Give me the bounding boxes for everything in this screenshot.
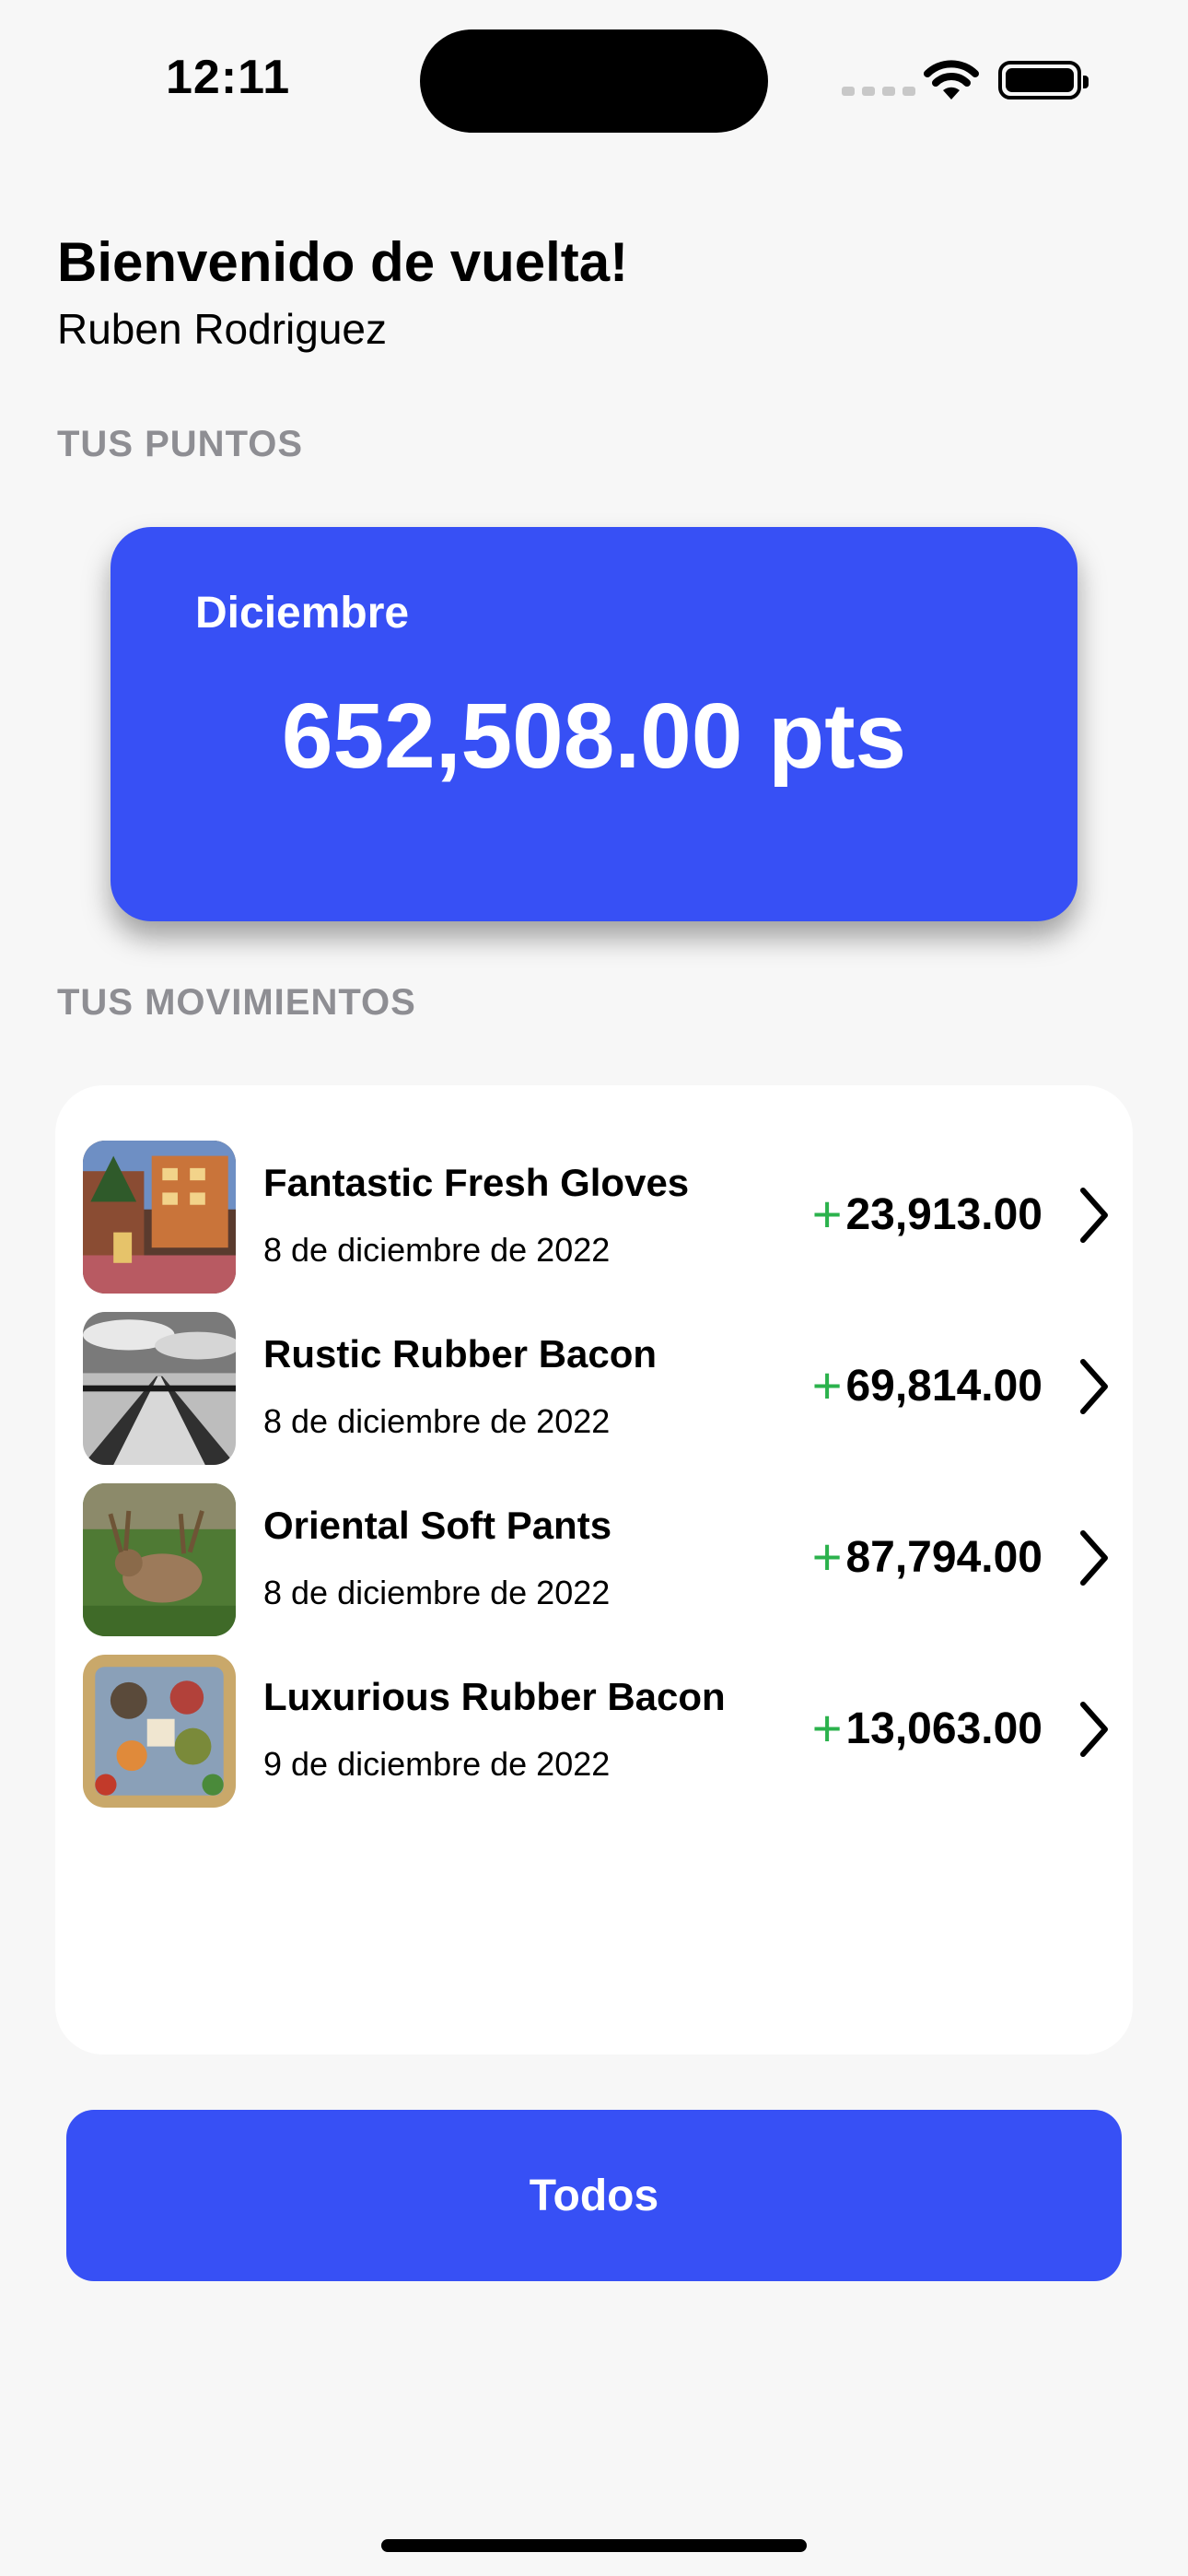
movement-amount-value: 13,063.00 [845,1704,1042,1753]
movement-date: 9 de diciembre de 2022 [263,1745,611,1783]
welcome-title: Bienvenido de vuelta! [57,231,629,293]
chevron-right-icon [1080,1188,1108,1243]
cellular-signal-icon [842,87,915,96]
plus-icon: + [811,1699,843,1757]
movement-date: 8 de diciembre de 2022 [263,1574,611,1611]
user-name: Ruben Rodriguez [57,305,388,353]
plus-icon: + [811,1356,843,1414]
points-section-label: TUS PUNTOS [57,424,304,464]
movement-amount-value: 23,913.00 [845,1189,1042,1239]
movement-amount-value: 69,814.00 [845,1361,1042,1411]
chevron-right-icon [1080,1702,1108,1757]
movement-row[interactable]: Luxurious Rubber Bacon 9 de diciembre de… [83,1655,1114,1809]
movement-title: Oriental Soft Pants [263,1504,612,1547]
movement-title: Rustic Rubber Bacon [263,1332,658,1376]
chevron-right-icon [1080,1530,1108,1586]
status-time: 12:11 [166,51,291,104]
movement-amount: + 69,814.00 [812,1360,1042,1411]
movement-row[interactable]: Rustic Rubber Bacon 8 de diciembre de 20… [83,1312,1114,1467]
home-indicator[interactable] [381,2539,807,2552]
plus-icon: + [811,1528,843,1586]
movement-row[interactable]: Oriental Soft Pants 8 de diciembre de 20… [83,1483,1114,1638]
plus-icon: + [811,1185,843,1243]
pier-bw-photo [83,1312,236,1465]
dynamic-island [420,29,768,133]
movement-row[interactable]: Fantastic Fresh Gloves 8 de diciembre de… [83,1141,1114,1295]
points-card: Diciembre 652,508.00 pts [111,527,1077,921]
movement-amount: + 87,794.00 [812,1531,1042,1583]
movement-amount: + 13,063.00 [812,1703,1042,1754]
hotel-street-photo [83,1141,236,1294]
battery-icon [998,61,1089,100]
deer-photo [83,1483,236,1636]
movement-date: 8 de diciembre de 2022 [263,1402,611,1440]
points-month: Diciembre [195,589,410,638]
movement-title: Luxurious Rubber Bacon [263,1675,726,1718]
food-platter-photo [83,1655,236,1808]
movements-section-label: TUS MOVIMIENTOS [57,982,416,1023]
wifi-icon [924,60,979,100]
points-screen: 12:11 Bienvenido de vuelta! Ruben Rodrig… [0,0,1188,2576]
movement-amount-value: 87,794.00 [845,1532,1042,1582]
all-movements-button[interactable]: Todos [66,2110,1122,2281]
chevron-right-icon [1080,1359,1108,1414]
movements-list: Fantastic Fresh Gloves 8 de diciembre de… [55,1085,1133,2055]
points-total: 652,508.00 pts [281,685,907,788]
movement-title: Fantastic Fresh Gloves [263,1161,690,1204]
movement-date: 8 de diciembre de 2022 [263,1231,611,1269]
movement-amount: + 23,913.00 [812,1188,1042,1240]
